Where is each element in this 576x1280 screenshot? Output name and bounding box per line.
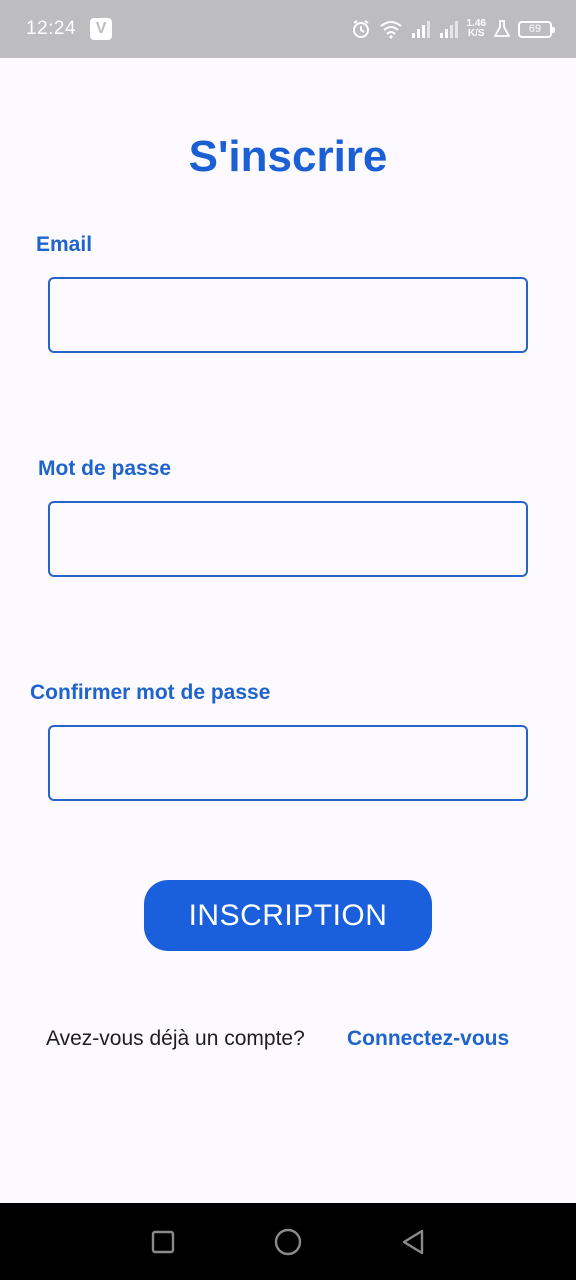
page-title: S'inscrire: [188, 132, 388, 181]
signal-icon: [411, 20, 431, 38]
recents-icon: [151, 1230, 174, 1253]
recents-button[interactable]: [143, 1222, 183, 1262]
login-prompt: Avez-vous déjà un compte?: [46, 1027, 305, 1050]
password-label: Mot de passe: [38, 457, 172, 480]
network-speed-unit: K/S: [467, 28, 485, 39]
home-button[interactable]: [268, 1222, 308, 1262]
signup-button[interactable]: INSCRIPTION: [144, 880, 432, 951]
status-icons: 1.46 K/S 69: [351, 19, 555, 39]
email-label: Email: [36, 233, 93, 256]
login-link[interactable]: Connectez-vous: [347, 1027, 509, 1051]
back-icon: [403, 1229, 424, 1254]
status-bar: 12:24 V 1.46 K/S 69: [0, 0, 576, 58]
confirm-password-field[interactable]: [48, 725, 528, 801]
signal-icon: [439, 20, 459, 38]
password-field[interactable]: [48, 501, 528, 577]
alarm-icon: [351, 19, 371, 39]
lab-icon: [494, 20, 510, 38]
battery-icon: 69: [518, 20, 555, 38]
network-speed: 1.46 K/S: [467, 19, 486, 39]
wifi-icon: [379, 19, 403, 39]
app-notification-icon: V: [90, 18, 113, 40]
navigation-bar: [0, 1203, 576, 1280]
battery-level: 69: [528, 23, 542, 35]
confirm-password-label: Confirmer mot de passe: [30, 681, 271, 704]
home-icon: [274, 1228, 302, 1255]
email-field[interactable]: [48, 277, 528, 353]
status-time: 12:24: [26, 18, 77, 39]
back-button[interactable]: [393, 1222, 433, 1262]
